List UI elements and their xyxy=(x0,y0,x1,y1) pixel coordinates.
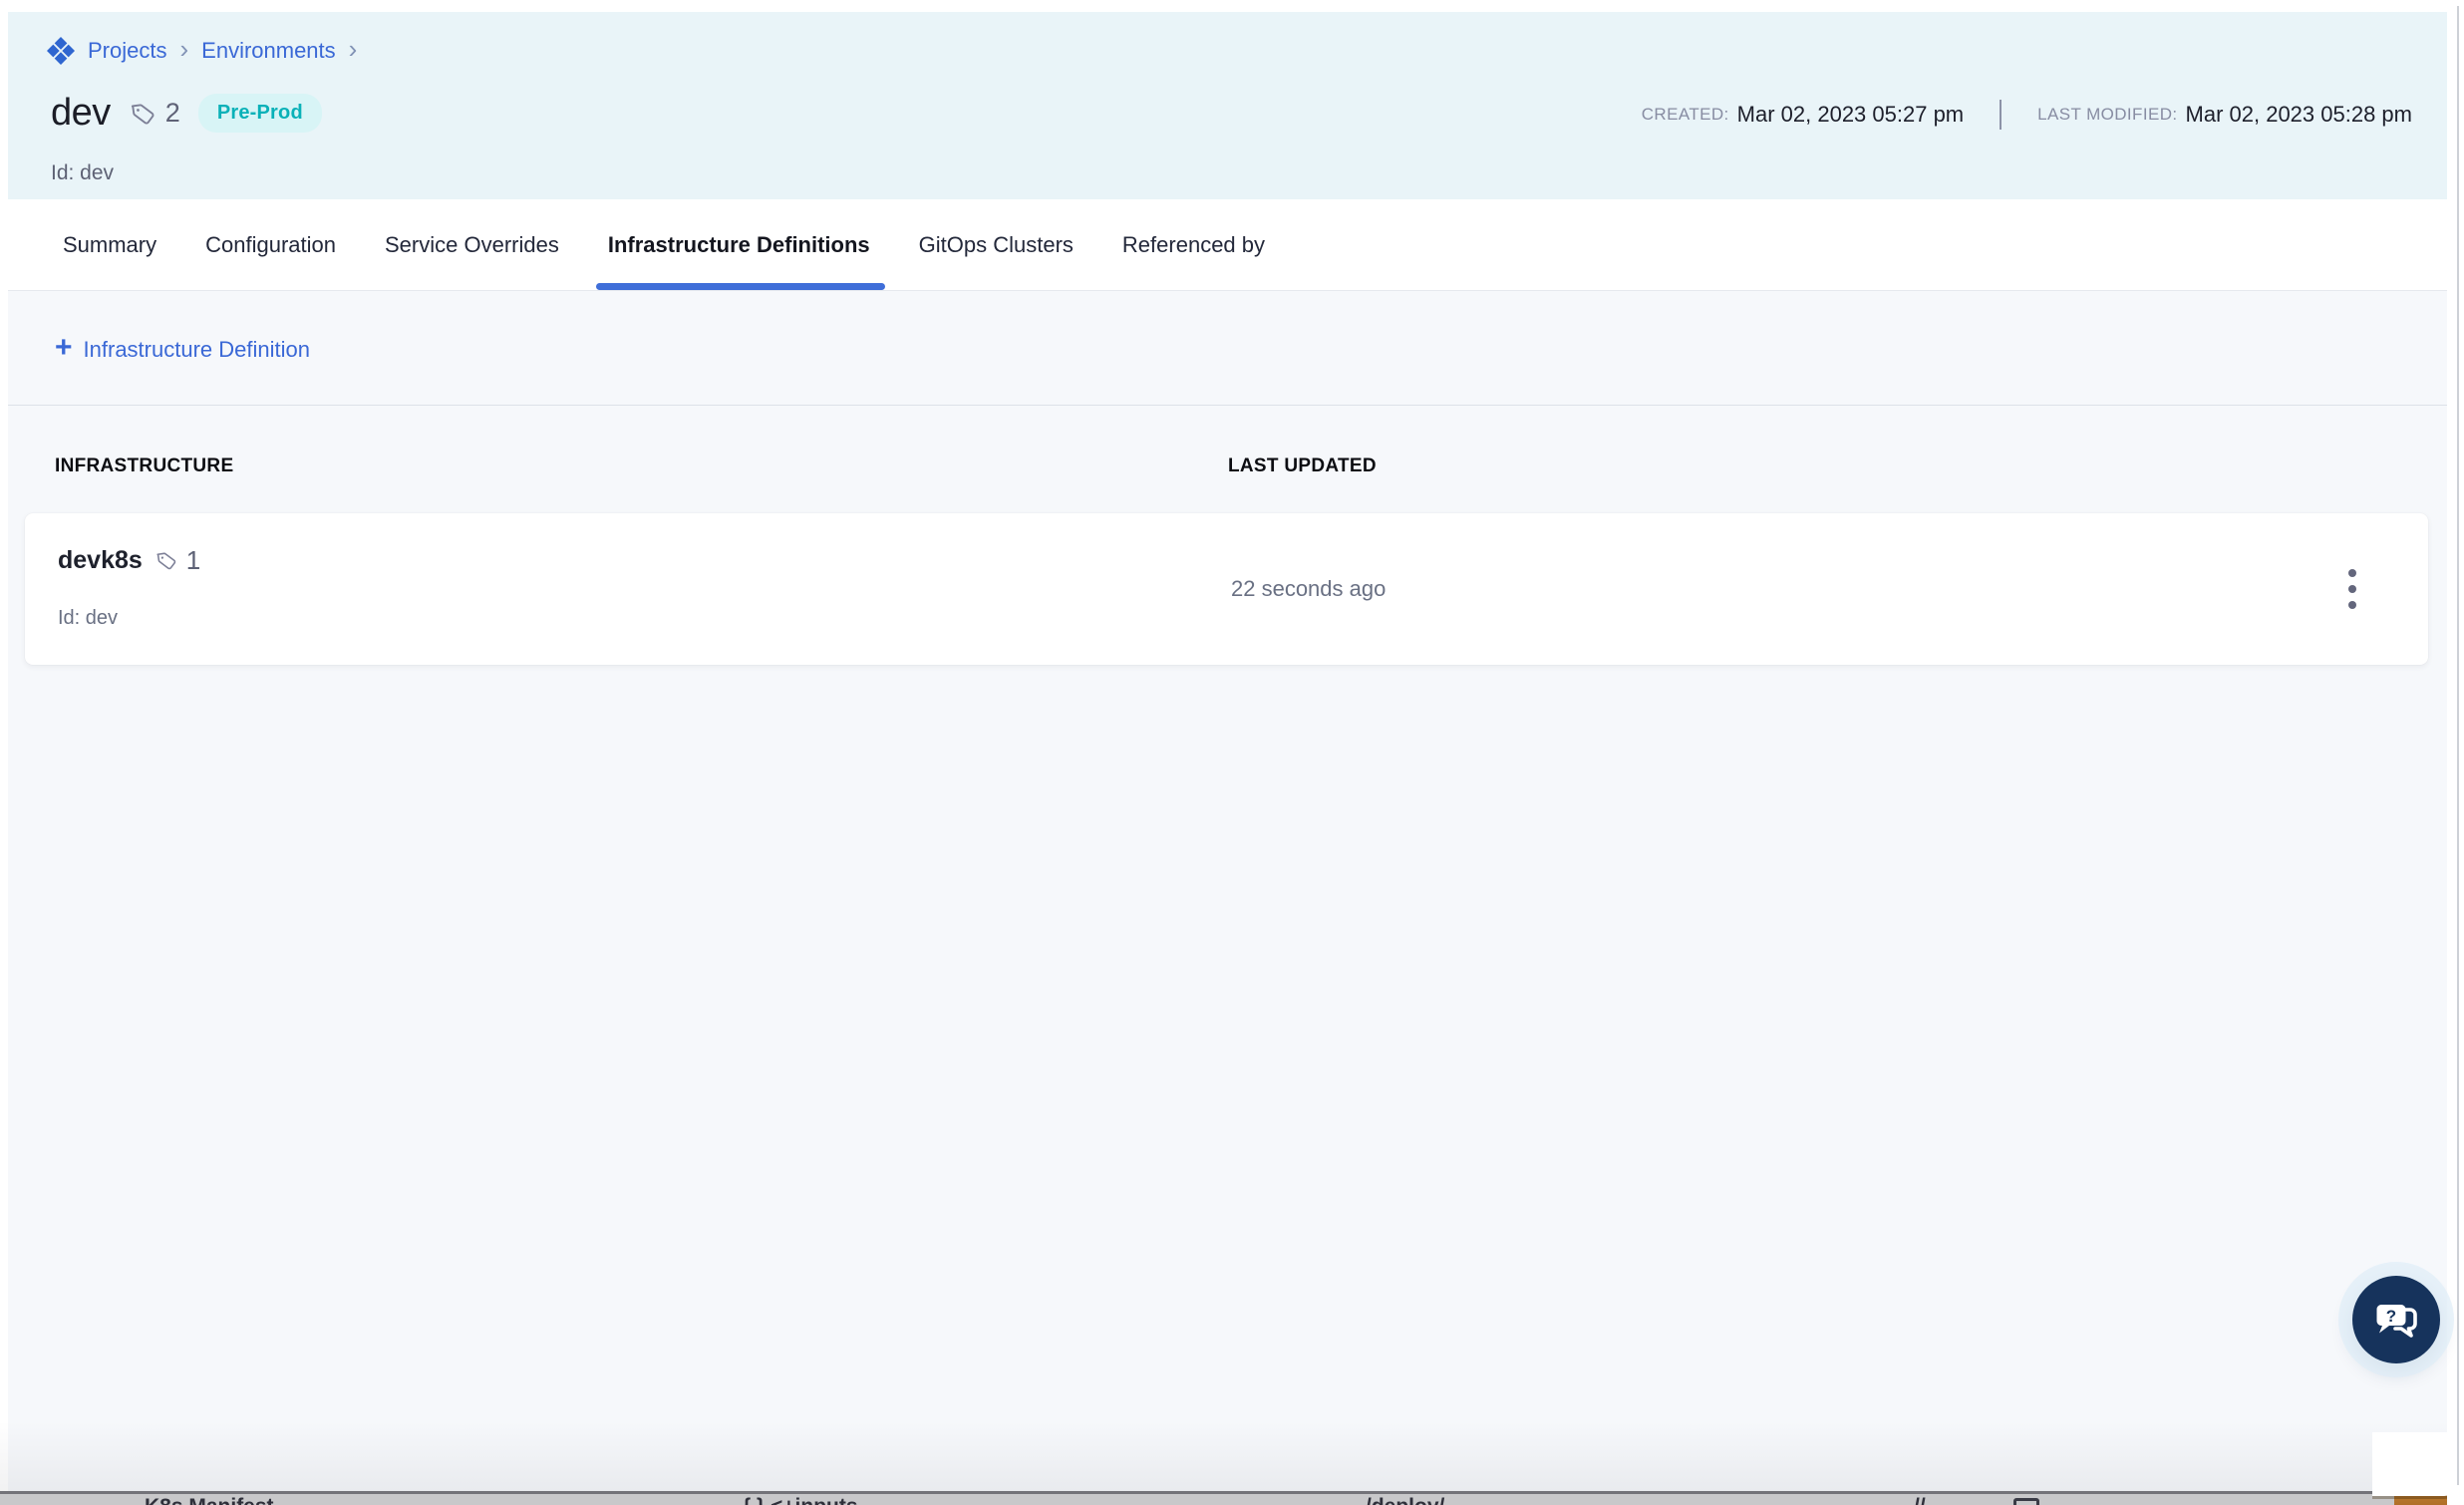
plus-icon: + xyxy=(55,337,73,363)
tab-referenced-by[interactable]: Referenced by xyxy=(1122,199,1265,290)
tab-content: + Infrastructure Definition INFRASTRUCTU… xyxy=(8,291,2447,1491)
chevron-right-icon: › xyxy=(179,36,188,66)
column-header-last-updated: LAST UPDATED xyxy=(1228,455,1377,477)
help-chat-icon: ? xyxy=(2371,1295,2421,1345)
clipped-window-strip: K8s Manifest { } <+inputs /deploy/ // xyxy=(0,1491,2394,1505)
env-tag-count: 2 xyxy=(165,98,180,129)
page-header: Projects › Environments › dev 2 Pre-Prod… xyxy=(8,12,2447,199)
clipped-text: K8s Manifest xyxy=(145,1495,274,1505)
title-row: dev 2 Pre-Prod xyxy=(51,92,322,135)
column-header-infrastructure: INFRASTRUCTURE xyxy=(55,455,233,477)
active-tab-underline xyxy=(596,283,885,290)
help-fab-button[interactable]: ? xyxy=(2352,1276,2440,1363)
infrastructure-name-cell: devk8s 1 xyxy=(58,545,200,576)
created-value: Mar 02, 2023 05:27 pm xyxy=(1737,102,1964,128)
meta-divider xyxy=(2000,100,2002,130)
tag-icon xyxy=(154,548,179,573)
last-updated-cell: 22 seconds ago xyxy=(1231,576,1386,602)
infrastructure-id: Id: dev xyxy=(58,607,118,630)
tag-icon xyxy=(129,99,158,129)
page-title: dev xyxy=(51,92,111,135)
clipped-window-icon xyxy=(2013,1498,2039,1505)
breadcrumb: Projects › Environments › xyxy=(47,36,357,66)
add-infrastructure-definition-button[interactable]: + Infrastructure Definition xyxy=(55,337,310,363)
clipped-text: // xyxy=(1914,1495,1926,1505)
infrastructure-tags: 1 xyxy=(154,545,200,576)
breadcrumb-item-environments[interactable]: Environments xyxy=(201,38,336,64)
env-tags: 2 xyxy=(129,98,180,129)
add-infrastructure-definition-label: Infrastructure Definition xyxy=(84,337,310,363)
scrollbar-track[interactable] xyxy=(2457,6,2459,1485)
environment-details-page: Projects › Environments › dev 2 Pre-Prod… xyxy=(8,12,2447,1491)
clipped-text: { } <+inputs xyxy=(743,1495,858,1505)
infrastructure-tag-count: 1 xyxy=(186,545,200,576)
tab-service-overrides[interactable]: Service Overrides xyxy=(385,199,559,290)
infrastructure-name: devk8s xyxy=(58,546,143,575)
tab-gitops-clusters[interactable]: GitOps Clusters xyxy=(919,199,1074,290)
created-label: CREATED: xyxy=(1642,105,1729,125)
env-meta: CREATED: Mar 02, 2023 05:27 pm LAST MODI… xyxy=(1642,100,2412,130)
last-modified-label: LAST MODIFIED: xyxy=(2037,105,2177,125)
tab-bar: Summary Configuration Service Overrides … xyxy=(8,199,2447,291)
kebab-dot xyxy=(2348,569,2356,577)
table-header: INFRASTRUCTURE LAST UPDATED xyxy=(8,455,2447,481)
env-type-badge: Pre-Prod xyxy=(198,94,322,133)
kebab-dot xyxy=(2348,585,2356,593)
env-id-text: Id: dev xyxy=(51,161,114,185)
breadcrumb-item-projects[interactable]: Projects xyxy=(88,38,166,64)
tab-infrastructure-definitions[interactable]: Infrastructure Definitions xyxy=(608,199,870,290)
clipped-text: /deploy/ xyxy=(1366,1495,1444,1505)
kebab-dot xyxy=(2348,601,2356,609)
last-modified-value: Mar 02, 2023 05:28 pm xyxy=(2186,102,2412,128)
chevron-right-icon: › xyxy=(349,36,358,66)
tab-summary[interactable]: Summary xyxy=(63,199,156,290)
tab-label: Infrastructure Definitions xyxy=(608,232,870,258)
harness-project-icon xyxy=(47,37,75,65)
svg-text:?: ? xyxy=(2386,1307,2396,1326)
table-row[interactable]: devk8s 1 Id: dev 22 seconds ago xyxy=(25,513,2428,665)
section-divider xyxy=(8,405,2447,406)
scrollbar-gutter[interactable] xyxy=(2447,0,2464,1505)
row-options-menu-button[interactable] xyxy=(2331,562,2373,616)
tab-configuration[interactable]: Configuration xyxy=(205,199,336,290)
